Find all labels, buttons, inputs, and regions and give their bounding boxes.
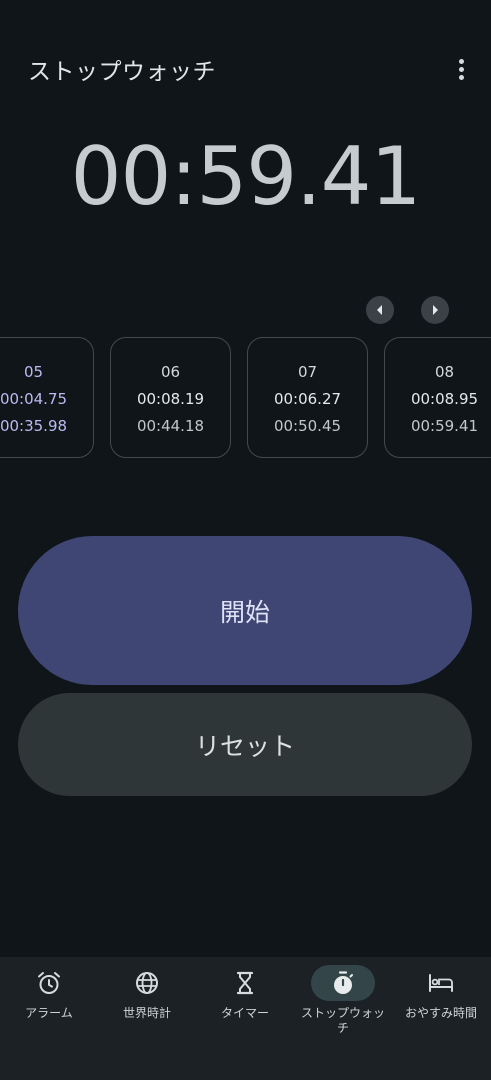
lap-number: 07 — [297, 363, 318, 381]
nav-item-timer[interactable]: タイマー — [196, 957, 294, 1080]
lap-split-time: 00:04.75 — [0, 390, 68, 408]
bed-icon — [429, 974, 453, 992]
lap-list[interactable]: 05 00:04.75 00:35.98 06 00:08.19 00:44.1… — [0, 337, 491, 461]
globe-icon — [136, 972, 158, 994]
laps-next-button[interactable] — [421, 296, 449, 324]
lap-number: 08 — [434, 363, 455, 381]
lap-card: 05 00:04.75 00:35.98 — [0, 337, 94, 458]
lap-split-time: 00:06.27 — [273, 390, 342, 408]
chevron-right-icon — [433, 305, 438, 315]
nav-label: アラーム — [25, 1006, 73, 1020]
lap-split-time: 00:08.19 — [136, 390, 205, 408]
reset-button[interactable]: リセット — [18, 693, 472, 796]
lap-split-time: 00:08.95 — [410, 390, 479, 408]
nav-label: ストップウォッチ — [300, 1006, 385, 1035]
laps-prev-button[interactable] — [366, 296, 394, 324]
lap-total-time: 00:59.41 — [410, 417, 479, 435]
nav-item-world-clock[interactable]: 世界時計 — [98, 957, 196, 1080]
start-button[interactable]: 開始 — [18, 536, 472, 685]
nav-label: タイマー — [220, 1006, 269, 1020]
hourglass-icon — [236, 971, 254, 995]
lap-number: 06 — [160, 363, 181, 381]
lap-number: 05 — [23, 363, 44, 381]
lap-total-time: 00:44.18 — [136, 417, 205, 435]
alarm-clock-icon — [38, 972, 60, 994]
nav-label: おやすみ時間 — [404, 1006, 477, 1020]
more-vert-icon — [458, 58, 464, 64]
more-options-button[interactable] — [447, 52, 475, 86]
page-title: ストップウォッチ — [28, 59, 216, 85]
bottom-navigation: アラーム 世界時計 タイマー ストップウォッチ おやすみ時間 — [0, 957, 491, 1080]
nav-item-bedtime[interactable]: おやすみ時間 — [392, 957, 490, 1080]
nav-item-alarm[interactable]: アラーム — [0, 957, 98, 1080]
lap-card: 07 00:06.27 00:50.45 — [247, 337, 368, 458]
chevron-left-icon — [377, 305, 382, 315]
lap-total-time: 00:50.45 — [273, 417, 342, 435]
lap-total-time: 00:35.98 — [0, 417, 68, 435]
lap-card: 08 00:08.95 00:59.41 — [384, 337, 491, 458]
nav-label: 世界時計 — [122, 1006, 171, 1020]
elapsed-time: 00:59.41 — [70, 130, 422, 223]
stopwatch-icon — [334, 971, 353, 994]
nav-item-stopwatch[interactable]: ストップウォッチ — [294, 957, 392, 1080]
lap-card: 06 00:08.19 00:44.18 — [110, 337, 231, 458]
